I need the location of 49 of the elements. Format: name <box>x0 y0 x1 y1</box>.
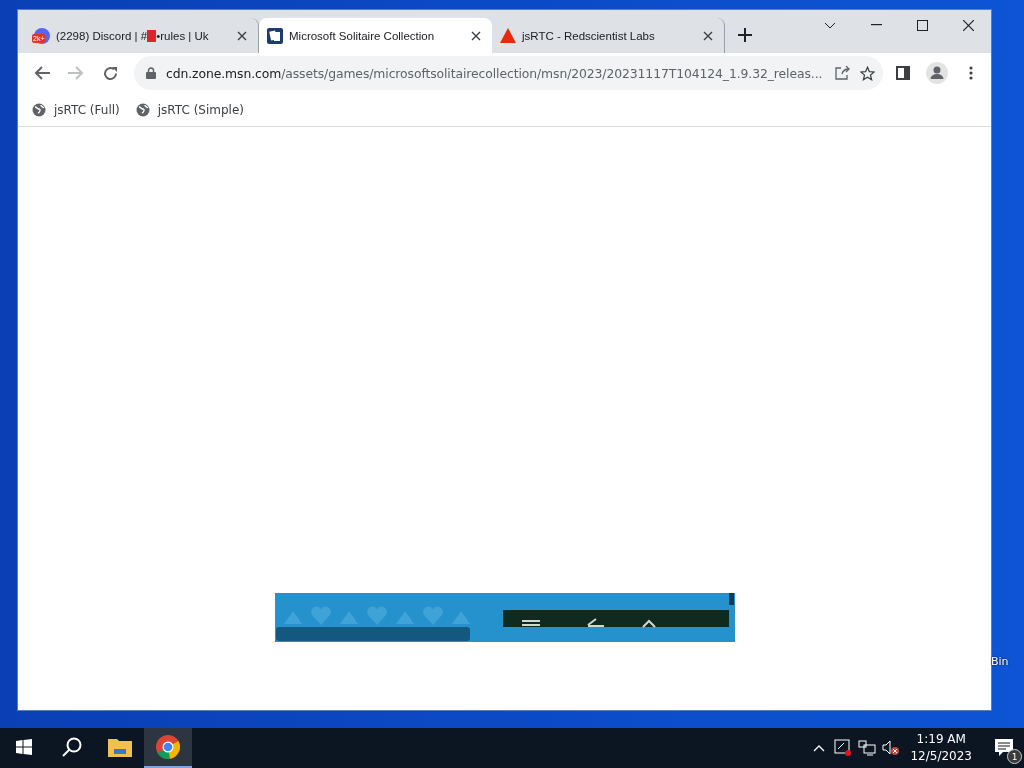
muted-speaker-icon[interactable] <box>882 740 901 756</box>
browser-icon <box>156 735 180 759</box>
side-panel-icon[interactable] <box>896 66 910 80</box>
back-arrow-icon[interactable] <box>587 618 605 627</box>
caret-up-icon[interactable] <box>642 619 656 628</box>
clock-date[interactable]: 12/5/2023 <box>910 748 972 765</box>
start-icon[interactable] <box>16 739 32 755</box>
browser-tab[interactable]: Microsoft Solitaire Collection <box>259 18 492 53</box>
chevron-up-icon[interactable] <box>813 744 826 752</box>
globe-icon <box>32 102 46 117</box>
clock-time[interactable]: 1:19 AM <box>916 731 966 748</box>
tab-title: •rules | Uk <box>156 29 209 42</box>
notification-icon[interactable] <box>995 739 1013 757</box>
taskbar-app[interactable] <box>144 728 192 768</box>
desktop-icon-label: Bin <box>991 655 1009 668</box>
triangle-icon <box>500 28 516 43</box>
browser-tab[interactable]: jsRTC - Redscientist Labs <box>492 18 725 53</box>
more-icon[interactable] <box>969 66 973 80</box>
tab-title: Microsoft Solitaire Collection <box>289 29 435 42</box>
maximize-icon[interactable] <box>916 19 928 31</box>
close-icon[interactable] <box>237 30 247 41</box>
tab-title: jsRTC - Redscientist Labs <box>522 29 655 42</box>
bookmark[interactable]: jsRTC (Full) <box>32 102 120 117</box>
notification-count: 1 <box>1007 749 1022 764</box>
tab-title: (2298) Discord | # <box>56 29 148 42</box>
address-bar[interactable]: cdn.zone.msn.com/assets/games/microsoftsolitairecollection/msn/2023/20231117T104124_1.9.32_releas... <box>134 56 883 90</box>
book-icon <box>147 29 157 42</box>
star-icon[interactable] <box>860 65 875 81</box>
plus-icon[interactable] <box>738 28 752 42</box>
cards-icon <box>267 27 283 44</box>
close-icon[interactable] <box>471 30 481 41</box>
chevron-down-icon[interactable] <box>824 21 836 29</box>
scroll-thumb[interactable] <box>729 593 734 605</box>
search-icon[interactable] <box>62 737 82 757</box>
share-icon[interactable] <box>835 66 850 80</box>
profile-icon[interactable] <box>926 62 948 84</box>
lock-icon <box>146 67 156 79</box>
minimize-icon[interactable] <box>870 24 882 26</box>
back-icon[interactable] <box>34 66 50 80</box>
reload-icon[interactable] <box>102 65 118 81</box>
menu-icon[interactable] <box>522 620 540 626</box>
sync-icon[interactable] <box>834 739 853 757</box>
network-icon[interactable] <box>858 740 877 756</box>
bookmark[interactable]: jsRTC (Simple) <box>135 102 244 117</box>
close-icon[interactable] <box>962 19 974 31</box>
folder-icon <box>108 737 132 757</box>
url-text: cdn.zone.msn.com/assets/games/microsoftsolitairecollection/msn/2023/20231117T104124_1.9.32_releas... <box>166 65 824 81</box>
close-icon[interactable] <box>703 30 713 41</box>
globe-icon <box>135 102 150 117</box>
